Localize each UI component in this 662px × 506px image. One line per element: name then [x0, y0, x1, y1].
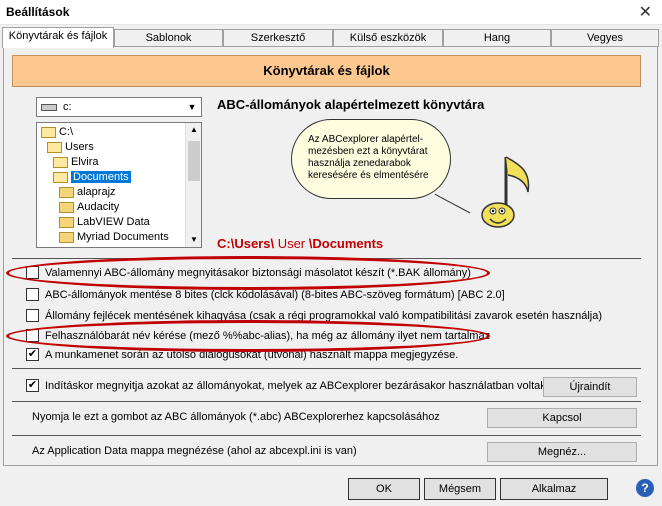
restart-button[interactable]: Újraindít	[543, 377, 637, 397]
scroll-up-icon[interactable]: ▲	[186, 123, 201, 137]
folder-item[interactable]: Audacity	[59, 200, 119, 215]
folder-label: Myriad Documents	[77, 231, 169, 243]
tab-label: Sablonok	[145, 32, 192, 44]
chevron-down-icon[interactable]: ▼	[185, 100, 199, 114]
option-label: Indításkor megnyitja azokat az állományo…	[45, 380, 546, 392]
speech-bubble: Az ABCexplorer alapértel-mezésben ezt a …	[291, 119, 451, 199]
folder-open-icon	[53, 172, 68, 183]
folder-scrollbar[interactable]: ▲ ▼	[185, 123, 201, 247]
close-icon[interactable]: ✕	[639, 2, 652, 22]
tab-label: Külső eszközök	[349, 32, 427, 44]
divider	[12, 368, 641, 369]
tab-konyvtarak[interactable]: Könyvtárak és fájlok	[2, 27, 114, 48]
eight-bit-checkbox[interactable]	[26, 288, 39, 301]
dialog-footer: OK Mégsem Alkalmaz ?	[0, 470, 662, 506]
folder-item[interactable]: C:\	[41, 125, 73, 140]
scroll-thumb[interactable]	[188, 141, 200, 181]
remember-folder-checkbox[interactable]: ✔	[26, 348, 39, 361]
tab-vegyes[interactable]: Vegyes	[551, 29, 659, 47]
tab-label: Könyvtárak és fájlok	[8, 30, 108, 42]
divider	[12, 401, 641, 402]
folder-icon	[59, 232, 74, 243]
help-icon[interactable]: ?	[636, 479, 654, 497]
drive-value: c:	[63, 101, 72, 113]
highlight-ellipse	[6, 320, 490, 352]
view-appdata-button[interactable]: Megnéz...	[487, 442, 637, 462]
path-prefix: C:\Users\	[217, 236, 275, 251]
tab-label: Szerkesztő	[250, 32, 306, 44]
folder-label: Users	[65, 141, 94, 153]
folder-label: C:\	[59, 126, 74, 138]
folder-open-icon	[47, 142, 62, 153]
music-note-mascot-icon	[481, 156, 530, 228]
associate-button[interactable]: Kapcsol	[487, 408, 637, 428]
tab-bar: Könyvtárak és fájlok Sablonok Szerkesztő…	[2, 27, 660, 48]
folder-item[interactable]: Elvira	[53, 155, 99, 170]
bubble-tail	[434, 177, 480, 214]
panel-header: Könyvtárak és fájlok	[12, 55, 641, 87]
window-title: Beállítások	[6, 5, 70, 19]
tab-kulso-eszkozok[interactable]: Külső eszközök	[333, 29, 443, 47]
folder-label: alaprajz	[77, 186, 116, 198]
folder-icon	[59, 202, 74, 213]
tab-label: Hang	[483, 32, 511, 44]
folder-label: Elvira	[71, 156, 99, 168]
skip-headers-checkbox[interactable]	[26, 309, 39, 322]
folder-label: LabVIEW Data	[77, 216, 150, 228]
option-label: ABC-állományok mentése 8 bites (clck kód…	[45, 289, 505, 301]
title-bar: Beállítások ✕	[0, 0, 662, 25]
highlight-ellipse	[6, 256, 490, 290]
folder-label: Documents	[71, 171, 131, 183]
tab-szerkeszto[interactable]: Szerkesztő	[223, 29, 333, 47]
folder-item[interactable]: LabVIEW Data	[59, 215, 150, 230]
tab-label: Vegyes	[586, 32, 624, 44]
folder-item[interactable]: Users	[47, 140, 94, 155]
path-user: User	[274, 236, 309, 251]
assoc-label: Nyomja le ezt a gombot az ABC állományok…	[32, 411, 440, 423]
default-dir-label: ABC-állományok alapértelmezett könyvtára	[217, 97, 485, 112]
drive-icon	[41, 104, 57, 111]
path-suffix: \Documents	[308, 236, 384, 251]
scroll-down-icon[interactable]: ▼	[186, 233, 201, 247]
ok-button[interactable]: OK	[348, 478, 420, 500]
bubble-text: Az ABCexplorer alapértel-mezésben ezt a …	[308, 134, 429, 181]
startup-checkbox[interactable]: ✔	[26, 379, 39, 392]
appdata-label: Az Application Data mappa megnézése (aho…	[32, 445, 357, 457]
apply-button[interactable]: Alkalmaz	[500, 478, 608, 500]
folder-item-selected[interactable]: Documents	[53, 170, 131, 185]
drive-select[interactable]: c: ▼	[36, 97, 202, 117]
folder-open-icon	[53, 157, 68, 168]
folder-open-icon	[41, 127, 56, 138]
tab-sablonok[interactable]: Sablonok	[114, 29, 223, 47]
folder-tree[interactable]: C:\ Users Elvira Documents alaprajz Auda…	[36, 122, 202, 248]
tab-hang[interactable]: Hang	[443, 29, 551, 47]
divider	[12, 435, 641, 436]
cancel-button[interactable]: Mégsem	[424, 478, 496, 500]
folder-label: Audacity	[77, 201, 120, 213]
folder-icon	[59, 217, 74, 228]
folder-item[interactable]: Myriad Documents	[59, 230, 169, 245]
folder-item[interactable]: alaprajz	[59, 185, 116, 200]
folder-icon	[59, 187, 74, 198]
current-path: C:\Users\ User \Documents	[217, 236, 383, 251]
tab-panel: Könyvtárak és fájlok c: ▼ C:\ Users Elvi…	[3, 46, 658, 466]
